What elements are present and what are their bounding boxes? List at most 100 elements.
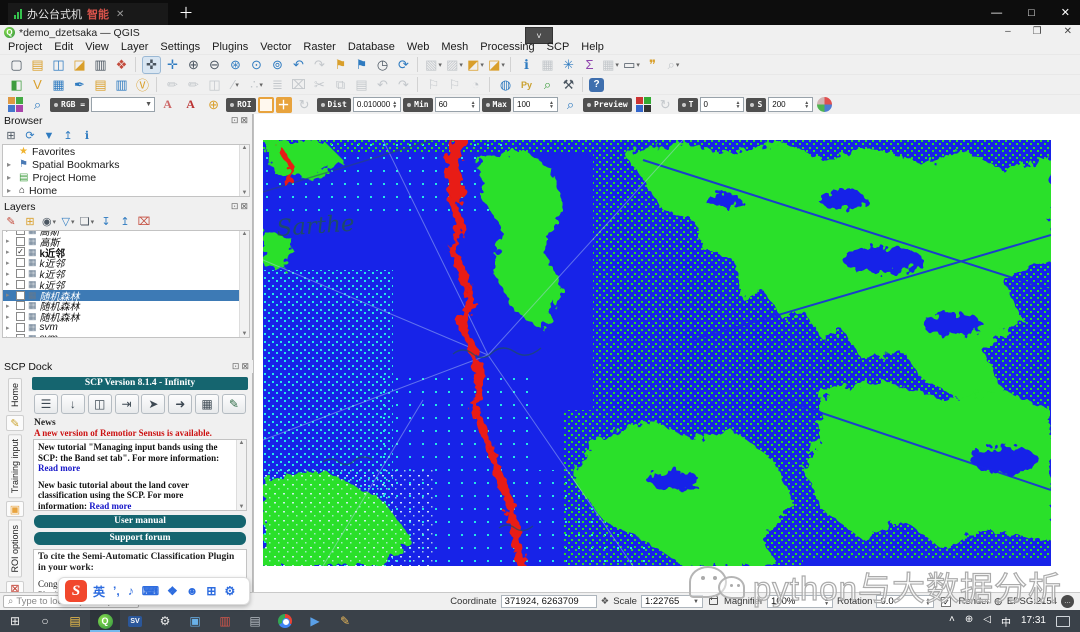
style-manager-icon[interactable]: ❖	[112, 56, 131, 74]
lock-scale-icon[interactable]	[708, 595, 718, 605]
layer-checkbox[interactable]	[16, 279, 25, 289]
s-spinbox[interactable]: 200 ▲ ▼	[768, 97, 814, 112]
pan-map-icon[interactable]: ✜	[142, 55, 161, 74]
zoom-out-icon[interactable]: ⊖	[205, 56, 224, 74]
layer-styling-icon[interactable]: ✎	[3, 214, 19, 229]
read-more-link[interactable]: Read more	[89, 501, 131, 511]
browser-close-icon[interactable]: ⊠	[240, 115, 248, 126]
expand-all-icon[interactable]: ↧	[98, 214, 114, 229]
processing-toolbox-icon[interactable]: ✳	[559, 56, 578, 74]
scp-band-calc-button[interactable]: ▦	[195, 394, 220, 414]
chrome-button[interactable]	[270, 610, 300, 632]
notifications-button[interactable]	[1056, 615, 1070, 627]
browser-collapse-icon[interactable]: ↥	[60, 128, 76, 143]
scp-training-doc-icon[interactable]: ✎	[6, 415, 24, 432]
magnifier-spinbox[interactable]: 100% ▲ ▼	[767, 595, 834, 608]
menu-item[interactable]: Raster	[297, 41, 341, 53]
modify-attributes-icon[interactable]: ≣	[268, 76, 287, 94]
zoom-in-icon[interactable]: ⊕	[184, 56, 203, 74]
menu-item[interactable]: Database	[342, 41, 401, 53]
filter-legend-icon[interactable]: ▽ ▾	[60, 214, 76, 229]
browser-item-favorites[interactable]: ★ Favorites	[3, 145, 249, 158]
rgb-combo[interactable]: ▼	[91, 97, 156, 112]
coordinate-input[interactable]: 371924, 6263709	[500, 595, 597, 608]
layers-close-icon[interactable]: ⊠	[240, 201, 248, 212]
qgis-restore-button[interactable]: ❐	[1033, 26, 1042, 37]
zoom-to-selection-icon[interactable]: ⊙	[247, 56, 266, 74]
qgis-minimize-button[interactable]: –	[1005, 26, 1011, 37]
measure-icon[interactable]: ▭ ▾	[622, 56, 641, 74]
remote-minimize-button[interactable]: —	[991, 7, 1002, 19]
tray-ime-zh[interactable]: 中	[1001, 614, 1011, 629]
add-postgis-layer-icon[interactable]: ▥	[112, 76, 131, 94]
menu-item[interactable]: Processing	[474, 41, 540, 53]
collapse-all-icon[interactable]: ↥	[117, 214, 133, 229]
python-console-icon[interactable]: Py	[517, 76, 536, 94]
redo-preview-icon[interactable]: ↻	[656, 96, 675, 114]
tray-expand-icon[interactable]: ˄	[949, 614, 955, 629]
temporal-controller-icon[interactable]: ◷	[373, 56, 392, 74]
digitize-icon[interactable]: ∕ ▾	[226, 76, 245, 94]
new-bookmark-icon[interactable]: ⚑	[331, 56, 350, 74]
scp-tab-roi-options[interactable]: ROI options	[8, 520, 22, 578]
zoom-full-icon[interactable]: ⊛	[226, 56, 245, 74]
map-tips-icon[interactable]: ❞	[643, 56, 662, 74]
layer-checkbox[interactable]	[16, 231, 25, 235]
search-button[interactable]: ○	[30, 610, 60, 632]
pan-to-selection-icon[interactable]: ✛	[163, 56, 182, 74]
open-table-icon[interactable]: ▦ ▾	[601, 56, 620, 74]
browser-item-spatial-bookmarks[interactable]: ▸ ⚑ Spatial Bookmarks	[3, 158, 249, 171]
metasearch-icon[interactable]: ◍	[496, 76, 515, 94]
ime-keyboard-icon[interactable]: ⌨	[142, 584, 159, 598]
extents-toggle-icon[interactable]: ❖	[601, 596, 610, 607]
support-forum-button[interactable]: Support forum	[34, 532, 246, 545]
paste-features-icon[interactable]: ▤	[352, 76, 371, 94]
browser-item-project-home[interactable]: ▸ ▤ Project Home	[3, 171, 249, 184]
add-virtual-layer-icon[interactable]: Ⓥ	[133, 76, 152, 94]
remote-maximize-button[interactable]: □	[1028, 7, 1035, 19]
map-canvas[interactable]: Sarthe	[253, 114, 1080, 592]
scp-bandset-button[interactable]: ☰	[34, 394, 58, 414]
min-spinbox[interactable]: 60 ▲ ▼	[434, 97, 480, 112]
scp-script-button[interactable]: ✎	[221, 394, 246, 414]
remote-tab[interactable]: 办公台式机 智能 ✕	[8, 3, 168, 25]
browser-float-icon[interactable]: ⊡	[231, 115, 239, 126]
save-layer-edits-icon[interactable]: ◫	[205, 76, 224, 94]
browser-scrollbar[interactable]: ▲ ▼	[239, 145, 249, 196]
qgis-close-button[interactable]: ✕	[1064, 26, 1072, 37]
menu-item[interactable]: Vector	[254, 41, 297, 53]
save-project-icon[interactable]: ◫	[49, 56, 68, 74]
menu-item[interactable]: Mesh	[435, 41, 474, 53]
layer-checkbox[interactable]	[16, 333, 25, 337]
layer-checkbox[interactable]	[16, 269, 25, 279]
scale-combo[interactable]: 1:22765 ▼	[640, 595, 703, 608]
sogou-ime-bar[interactable]: S 英 ’, ♪ ⌨ ❖ ☻ ⊞ ⚙	[58, 577, 250, 605]
app-red-button[interactable]: ▥	[210, 610, 240, 632]
refresh-icon[interactable]: ⟳	[394, 56, 413, 74]
scp-preprocessing-button[interactable]: ➤	[141, 394, 166, 414]
new-remote-tab-button[interactable]: ＋	[176, 2, 196, 23]
remote-close-button[interactable]: ✕	[1061, 6, 1070, 19]
ime-mic-icon[interactable]: ♪	[128, 584, 134, 598]
add-delimited-text-icon[interactable]: ▤	[91, 76, 110, 94]
add-mesh-layer-icon[interactable]: ✒	[70, 76, 89, 94]
app-sv-button[interactable]: SV	[120, 610, 150, 632]
ime-toolbox-icon[interactable]: ⊞	[206, 584, 216, 598]
menu-item[interactable]: SCP	[541, 41, 576, 53]
copy-features-icon[interactable]: ⧉	[331, 76, 350, 94]
browser-filter-icon[interactable]: ▼	[41, 128, 57, 143]
scp-download-products-button[interactable]: ↓	[60, 394, 85, 414]
menu-item[interactable]: Help	[575, 41, 610, 53]
cut-features-icon[interactable]: ✂	[310, 76, 329, 94]
tray-volume-icon[interactable]: ◁	[983, 614, 991, 629]
delete-selected-icon[interactable]: ⌧	[289, 76, 308, 94]
zoom-last-icon[interactable]: ↶	[289, 56, 308, 74]
layer-checkbox[interactable]	[16, 236, 25, 246]
video-app-button[interactable]: ▶	[300, 610, 330, 632]
scp-tab-home[interactable]: Home	[8, 378, 22, 413]
browser-item-home[interactable]: ▸ ⌂ Home	[3, 184, 249, 197]
activate-roi-pointer-icon[interactable]: ＋	[275, 96, 292, 113]
browser-properties-icon[interactable]: ℹ	[79, 128, 95, 143]
open-attribute-table-icon[interactable]: ▦	[538, 56, 557, 74]
nominatim-search-icon[interactable]: ⌕ ▾	[664, 56, 683, 74]
